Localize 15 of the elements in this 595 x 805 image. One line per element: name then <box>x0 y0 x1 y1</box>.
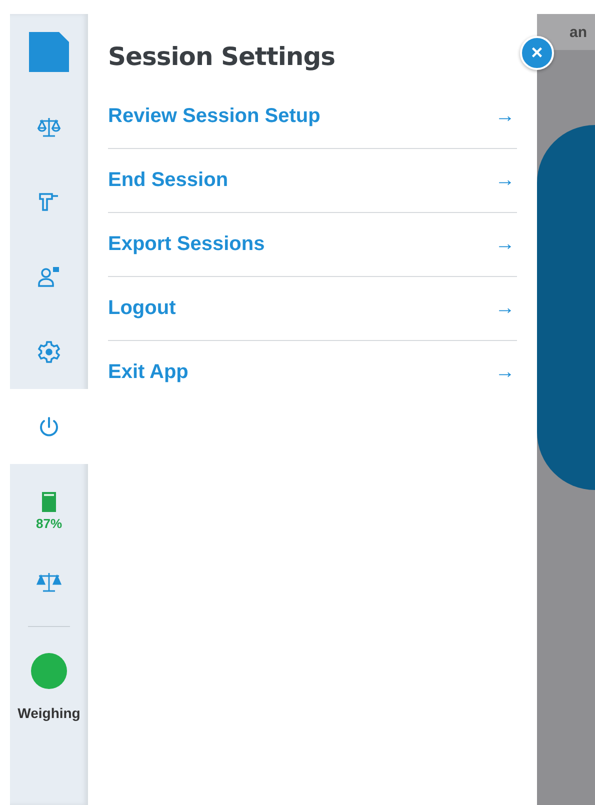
status-label: Weighing <box>18 705 80 721</box>
scale-icon <box>36 571 62 593</box>
document-icon <box>29 32 69 72</box>
menu-item[interactable]: End Session → <box>108 149 517 213</box>
menu-item[interactable]: Review Session Setup → <box>108 85 517 149</box>
menu-item[interactable]: Export Sessions → <box>108 213 517 277</box>
header-text: an <box>569 24 587 40</box>
menu-item[interactable]: Exit App → <box>108 341 517 404</box>
power-icon <box>37 414 61 438</box>
menu-item[interactable]: Logout → <box>108 277 517 341</box>
battery-percentage: 87% <box>36 516 62 531</box>
person-flag-icon <box>37 264 61 288</box>
panel-title: Session Settings <box>108 42 336 71</box>
scale-icon <box>37 116 61 138</box>
settings-icon <box>37 340 61 364</box>
